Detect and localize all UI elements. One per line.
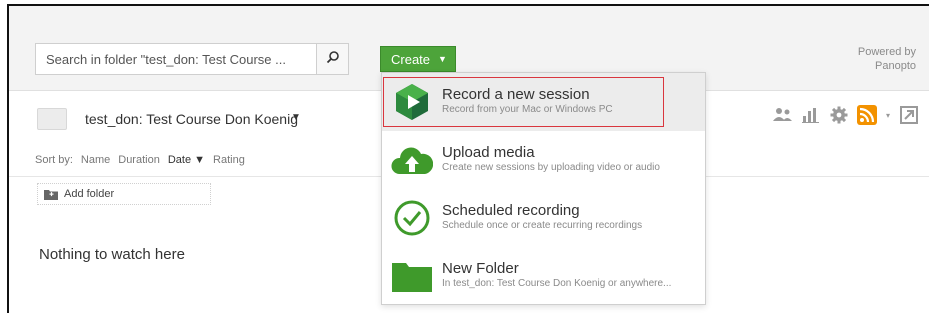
- menu-item-record[interactable]: Record a new session Record from your Ma…: [382, 73, 705, 131]
- powered-by: Powered by Panopto: [858, 45, 916, 73]
- search-icon: [326, 50, 340, 69]
- folder-tools: ▾: [773, 105, 919, 125]
- menu-item-subtitle: Create new sessions by uploading video o…: [442, 162, 660, 173]
- sort-option-date[interactable]: Date ▼: [168, 154, 205, 166]
- powered-by-line2: Panopto: [875, 60, 916, 72]
- menu-item-title: New Folder: [442, 260, 519, 277]
- sort-bar: Sort by: Name Duration Date ▼ Rating: [35, 154, 245, 166]
- sort-option-name[interactable]: Name: [81, 154, 110, 166]
- menu-item-upload-text: Upload media Create new sessions by uplo…: [442, 144, 660, 174]
- search-box: [35, 43, 349, 75]
- menu-item-new-folder-text: New Folder In test_don: Test Course Don …: [442, 260, 671, 290]
- create-menu: Record a new session Record from your Ma…: [381, 72, 706, 305]
- menu-item-scheduled-text: Scheduled recording Schedule once or cre…: [442, 202, 642, 232]
- folder-thumbnail: [37, 108, 67, 130]
- menu-item-title: Scheduled recording: [442, 202, 580, 219]
- rss-icon[interactable]: [857, 105, 877, 125]
- menu-item-scheduled[interactable]: Scheduled recording Schedule once or cre…: [382, 189, 705, 247]
- menu-item-new-folder[interactable]: New Folder In test_don: Test Course Don …: [382, 247, 705, 305]
- folder-dropdown-icon[interactable]: ▼: [291, 112, 301, 123]
- menu-item-upload[interactable]: Upload media Create new sessions by uplo…: [382, 131, 705, 189]
- cloud-upload-icon: [388, 139, 436, 181]
- rss-dropdown-icon[interactable]: ▾: [885, 105, 891, 125]
- empty-state-message: Nothing to watch here: [39, 246, 185, 263]
- add-folder-icon: [44, 189, 58, 200]
- add-folder-label: Add folder: [64, 188, 115, 200]
- menu-item-subtitle: In test_don: Test Course Don Koenig or a…: [442, 278, 672, 289]
- powered-by-line1: Powered by: [857, 46, 916, 58]
- create-button[interactable]: Create ▼: [380, 46, 456, 72]
- folder-header: test_don: Test Course Don Koenig: [37, 104, 298, 134]
- panopto-window: Create ▼ Powered by Panopto test_don: Te…: [7, 4, 929, 313]
- sort-option-rating[interactable]: Rating: [213, 154, 245, 166]
- clock-check-icon: [388, 197, 436, 239]
- people-icon[interactable]: [773, 105, 793, 125]
- sort-option-duration[interactable]: Duration: [118, 154, 160, 166]
- folder-icon: [388, 255, 436, 297]
- create-label: Create: [391, 51, 431, 67]
- sort-label: Sort by:: [35, 154, 73, 166]
- selection-highlight: [383, 77, 664, 127]
- search-input[interactable]: [36, 44, 314, 74]
- open-external-icon[interactable]: [899, 105, 919, 125]
- search-button[interactable]: [316, 44, 348, 74]
- gear-icon[interactable]: [829, 105, 849, 125]
- menu-item-subtitle: Schedule once or create recurring record…: [442, 220, 643, 231]
- chevron-down-icon: ▼: [438, 54, 447, 64]
- stats-icon[interactable]: [801, 105, 821, 125]
- folder-title: test_don: Test Course Don Koenig: [85, 111, 298, 127]
- add-folder-button[interactable]: Add folder: [37, 183, 211, 205]
- menu-item-title: Upload media: [442, 144, 535, 161]
